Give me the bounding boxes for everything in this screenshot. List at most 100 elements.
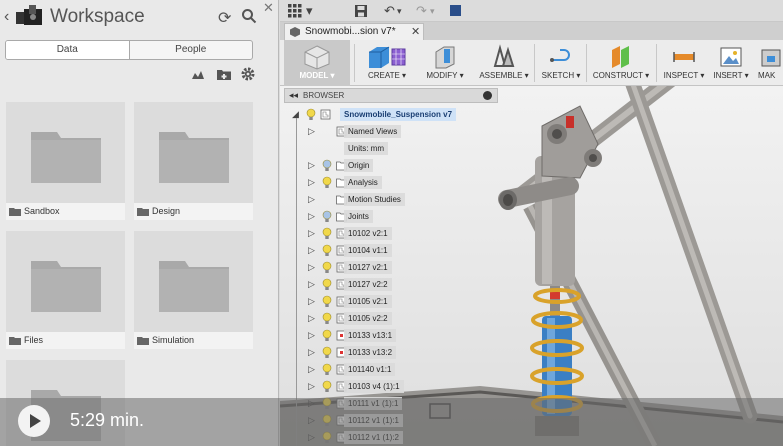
expand-arrow-icon[interactable]: ▷ xyxy=(308,330,315,341)
folder-thumbnail xyxy=(134,231,253,332)
data-tools xyxy=(190,66,260,82)
visibility-bulb-icon[interactable] xyxy=(322,363,332,376)
workspace-logo-icon xyxy=(16,5,42,25)
minimize-icon[interactable] xyxy=(483,91,492,100)
visibility-bulb-icon[interactable] xyxy=(306,108,316,121)
tab-people[interactable]: People xyxy=(130,41,253,59)
data-panel: ‹ Workspace ⟳ ✕ Data People Sandbox Desi… xyxy=(0,0,279,446)
ribbon-separator xyxy=(656,44,657,82)
tree-row[interactable]: ▷ 10133 v13:1 xyxy=(284,327,498,344)
expand-arrow-icon[interactable]: ▷ xyxy=(308,279,315,290)
app-grid-icon[interactable] xyxy=(288,3,302,19)
new-folder-icon[interactable] xyxy=(216,66,232,82)
tab-data[interactable]: Data xyxy=(6,41,130,59)
expand-arrow-icon[interactable]: ▷ xyxy=(308,160,315,171)
document-tab[interactable]: Snowmobi...sion v7* ✕ xyxy=(284,23,424,40)
close-icon[interactable]: ✕ xyxy=(263,0,274,16)
search-icon[interactable] xyxy=(241,8,257,24)
expand-arrow-icon[interactable]: ▷ xyxy=(308,313,315,324)
construct-menu[interactable]: CONSTRUCT ▾ xyxy=(590,40,652,86)
visibility-bulb-icon[interactable] xyxy=(322,312,332,325)
tree-row[interactable]: ▷ 10127 v2:2 xyxy=(284,276,498,293)
tree-row[interactable]: ▷ 10102 v2:1 xyxy=(284,225,498,242)
assemble-joint-icon xyxy=(493,44,515,67)
visibility-bulb-icon[interactable] xyxy=(322,261,332,274)
expand-arrow-icon[interactable]: ▷ xyxy=(308,177,315,188)
expand-arrow-icon[interactable]: ▷ xyxy=(308,126,315,137)
expand-arrow-icon[interactable]: ▷ xyxy=(308,245,315,256)
insert-image-icon xyxy=(720,47,742,67)
folder-card-sandbox[interactable]: Sandbox xyxy=(6,102,125,220)
make-3d-print-icon xyxy=(761,49,781,67)
visibility-bulb-icon[interactable] xyxy=(322,227,332,240)
tree-row[interactable]: Units: mm xyxy=(284,140,498,157)
tree-row[interactable]: ▷ Motion Studies xyxy=(284,191,498,208)
collapse-icon[interactable]: ◂◂ xyxy=(289,90,298,101)
visibility-bulb-icon[interactable] xyxy=(322,176,332,189)
folder-thumbnail xyxy=(6,102,125,203)
expand-arrow-icon[interactable]: ▷ xyxy=(308,364,315,375)
expand-arrow-icon[interactable]: ▷ xyxy=(308,194,315,205)
tree-row[interactable]: ▷ Analysis xyxy=(284,174,498,191)
tree-item-label: 10102 v2:1 xyxy=(344,227,392,240)
folder-card-design[interactable]: Design xyxy=(134,102,253,220)
sketch-menu[interactable]: SKETCH ▾ xyxy=(538,40,584,86)
ribbon-label: MODEL ▾ xyxy=(299,71,335,80)
assemble-menu[interactable]: ASSEMBLE ▾ xyxy=(476,40,532,86)
design-app: ▾ ↶ ▾ ↷ ▾ Snowmobi...sion v7* ✕ MODEL ▾ xyxy=(280,0,783,446)
inspect-measure-icon xyxy=(673,52,695,62)
create-menu[interactable]: CREATE ▾ xyxy=(360,40,414,86)
refresh-icon[interactable]: ⟳ xyxy=(218,8,231,28)
play-button[interactable] xyxy=(18,405,50,437)
undo-icon[interactable]: ↶ xyxy=(384,3,395,19)
back-chevron-icon[interactable]: ‹ xyxy=(4,8,9,26)
tree-row[interactable]: ▷ Named Views xyxy=(284,123,498,140)
tree-row[interactable]: ▷ 10103 v4 (1):1 xyxy=(284,378,498,395)
tree-row[interactable]: ▷ 10133 v13:2 xyxy=(284,344,498,361)
tree-row[interactable]: ▷ 10104 v1:1 xyxy=(284,242,498,259)
expand-arrow-icon[interactable]: ▷ xyxy=(308,228,315,239)
redo-dropdown-icon[interactable]: ▾ xyxy=(430,3,435,19)
tree-root-row[interactable]: ◢ Snowmobile_Suspension v7 xyxy=(284,106,498,123)
visibility-bulb-icon[interactable] xyxy=(322,210,332,223)
ribbon-label: ASSEMBLE ▾ xyxy=(479,71,529,80)
expand-arrow-icon[interactable]: ▷ xyxy=(308,296,315,307)
folder-small-icon xyxy=(137,337,149,345)
expand-arrow-icon[interactable]: ▷ xyxy=(308,347,315,358)
visibility-bulb-icon[interactable] xyxy=(322,278,332,291)
undo-dropdown-icon[interactable]: ▾ xyxy=(397,3,402,19)
folder-name: Files xyxy=(24,335,44,345)
visibility-bulb-icon[interactable] xyxy=(322,346,332,359)
close-tab-icon[interactable]: ✕ xyxy=(411,25,420,38)
expand-arrow-icon[interactable]: ▷ xyxy=(308,262,315,273)
save-icon[interactable] xyxy=(354,3,368,19)
visibility-bulb-icon[interactable] xyxy=(322,295,332,308)
folder-label-bar: Simulation xyxy=(134,332,253,349)
tree-row[interactable]: ▷ Origin xyxy=(284,157,498,174)
folder-name: Simulation xyxy=(152,335,195,345)
insert-menu[interactable]: INSERT ▾ xyxy=(710,40,752,86)
upload-icon[interactable] xyxy=(190,66,206,82)
visibility-bulb-icon[interactable] xyxy=(322,244,332,257)
tree-row[interactable]: ▷ 10105 v2:1 xyxy=(284,293,498,310)
folder-card-simulation[interactable]: Simulation xyxy=(134,231,253,349)
workspace-switcher-model[interactable]: MODEL ▾ xyxy=(284,40,350,86)
tree-row[interactable]: ▷ Joints xyxy=(284,208,498,225)
visibility-bulb-icon[interactable] xyxy=(322,329,332,342)
visibility-bulb-icon[interactable] xyxy=(322,159,332,172)
visibility-bulb-icon[interactable] xyxy=(322,380,332,393)
tree-row[interactable]: ▷ 10127 v2:1 xyxy=(284,259,498,276)
make-menu[interactable]: MAK xyxy=(754,40,783,86)
inspect-menu[interactable]: INSPECT ▾ xyxy=(660,40,708,86)
tree-row[interactable]: ▷ 101140 v1:1 xyxy=(284,361,498,378)
data-panel-icon[interactable] xyxy=(450,5,461,16)
expand-arrow-icon[interactable]: ▷ xyxy=(308,211,315,222)
expand-arrow-icon[interactable]: ▷ xyxy=(308,381,315,392)
folder-card-files[interactable]: Files xyxy=(6,231,125,349)
redo-icon[interactable]: ↷ xyxy=(416,3,427,19)
modify-menu[interactable]: MODIFY ▾ xyxy=(418,40,472,86)
gear-icon[interactable] xyxy=(240,66,256,82)
tree-row[interactable]: ▷ 10105 v2:2 xyxy=(284,310,498,327)
tree-item-label: 10127 v2:1 xyxy=(344,261,392,274)
file-menu-icon[interactable]: ▾ xyxy=(306,3,313,19)
